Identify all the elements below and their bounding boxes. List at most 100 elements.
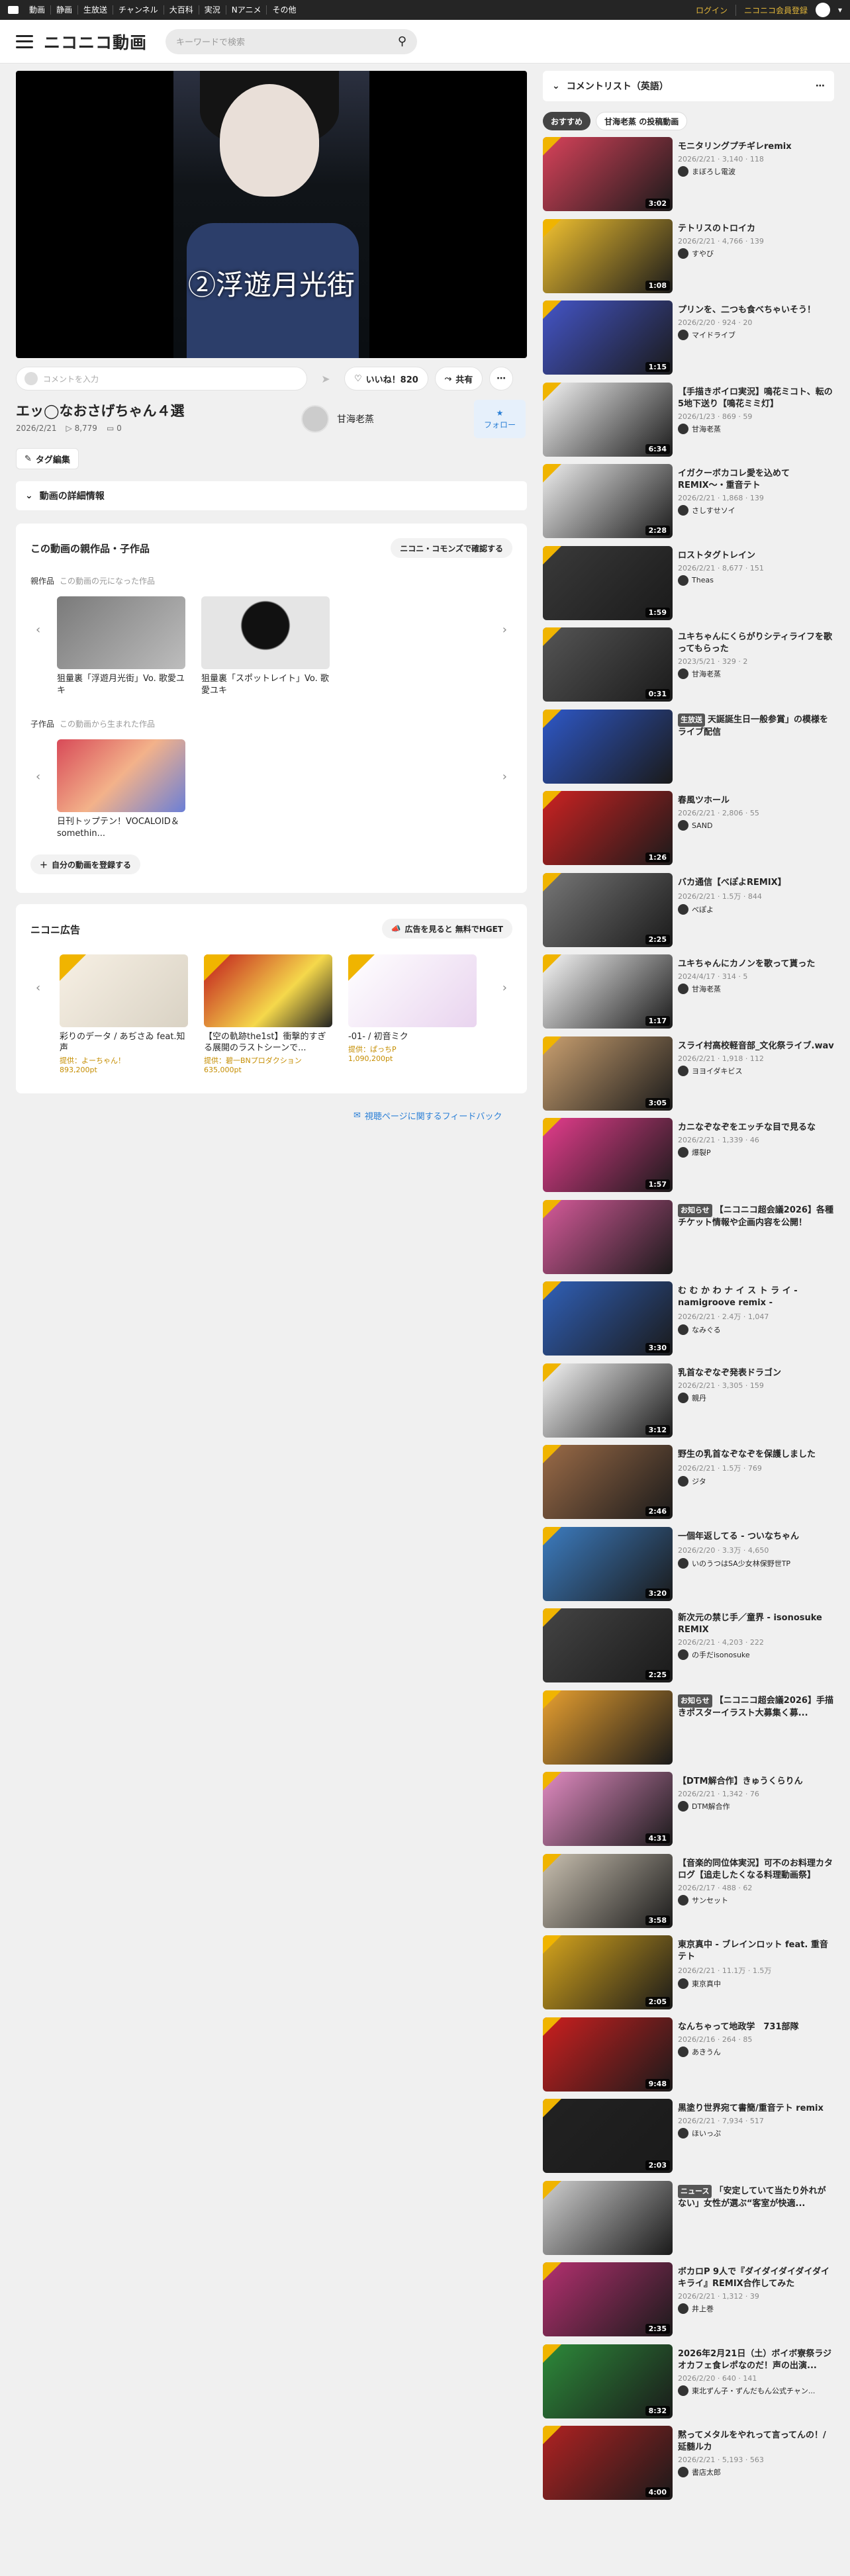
commons-button[interactable]: ニコニ・コモンズで確認する xyxy=(391,538,512,558)
playlist-item[interactable]: 3:58 【音楽的同位体実況】可不のお料理カタログ【追走したくなる料理動画祭】 20… xyxy=(543,1853,834,1935)
follow-button[interactable]: ★ フォロー xyxy=(474,400,526,438)
chevron-right-icon[interactable]: › xyxy=(502,623,507,637)
ad-item[interactable]: 彩りのデータ / あぢさゐ feat.知声 提供：よーちゃん！ 893,200p… xyxy=(60,954,188,1074)
video-thumbnail[interactable]: 4:31 xyxy=(543,1772,673,1846)
video-owner[interactable]: まぼろし電波 xyxy=(678,166,834,177)
playlist-item[interactable]: 2:05 東京真中 - ブレインロット feat. 重音テト 2026/2/21 ·… xyxy=(543,1934,834,2016)
search-icon[interactable]: ⚲ xyxy=(398,34,406,48)
video-title[interactable]: ユキちゃんにカノンを歌って貰った xyxy=(678,958,834,970)
video-thumbnail[interactable]: 2:05 xyxy=(543,1935,673,2009)
video-title[interactable]: 東京真中 - ブレインロット feat. 重音テト xyxy=(678,1939,834,1963)
video-title[interactable]: スライ村高校軽音部_文化祭ライブ.wav xyxy=(678,1040,834,1052)
site-logo[interactable]: ニコニコ動画 xyxy=(44,30,147,54)
nav-link[interactable]: Nアニメ xyxy=(225,5,267,15)
playlist-item[interactable]: 0:31 ユキちゃんにくらがりシティライフを歌ってもらった 2023/5/21 · … xyxy=(543,626,834,708)
video-thumbnail[interactable]: 9:48 xyxy=(543,2017,673,2092)
playlist-item[interactable]: 3:02 モニタリングプチギレremix 2026/2/21 · 3,140 · 1… xyxy=(543,136,834,218)
video-owner[interactable]: 東京真中 xyxy=(678,1978,834,1989)
video-owner[interactable]: の手だisonosuke xyxy=(678,1649,834,1660)
playlist-item[interactable]: 生放送 天誕誕生日一般参賞」の模様をライブ配信 xyxy=(543,708,834,790)
video-thumbnail[interactable]: 2:35 xyxy=(543,2262,673,2336)
send-icon[interactable]: ➤ xyxy=(314,367,338,391)
playlist-item[interactable]: 1:26 春風ツホール 2026/2/21 · 2,806 · 55 SAND xyxy=(543,790,834,872)
tag-edit-button[interactable]: ✎ タグ編集 xyxy=(16,448,79,469)
ad-title[interactable]: 【空の軌跡the1st】衝撃的すぎる展開のラストシーンで... xyxy=(204,1031,332,1054)
share-button[interactable]: ⤳ 共有 xyxy=(434,367,483,391)
playlist-item[interactable]: 1:15 プリンを、二つも食べちゃいそう！ 2026/2/20 · 924 · 20… xyxy=(543,299,834,381)
video-thumbnail[interactable]: 0:31 xyxy=(543,627,673,702)
playlist-item[interactable]: 2:25 バカ通信【べぽよREMIX】 2026/2/21 · 1.5万 · 844… xyxy=(543,872,834,954)
nav-link[interactable]: 静画 xyxy=(50,5,77,15)
video-thumbnail[interactable]: 1:08 xyxy=(543,218,673,293)
video-title[interactable]: む む か わ ナ イ ス ト ラ イ - namigroove remix - xyxy=(678,1285,834,1309)
video-title[interactable]: プリンを、二つも食べちゃいそう！ xyxy=(678,304,834,316)
video-player[interactable]: ②浮遊月光街 xyxy=(16,71,527,358)
register-work-button[interactable]: ＋ 自分の動画を登録する xyxy=(30,854,141,874)
work-thumbnail[interactable] xyxy=(57,739,185,812)
video-owner[interactable]: 東北ずん子・ずんだもん公式チャン... xyxy=(678,2385,834,2396)
video-title[interactable]: 黙ってメタルをやれって言ってんの！/ 延髄ルカ xyxy=(678,2430,834,2454)
more-icon[interactable]: ⋯ xyxy=(489,367,514,391)
video-title[interactable]: ニュース 「安定していて当たり外れがない」女性が選ぶ“客室が快適... xyxy=(678,2184,834,2209)
playlist-item[interactable]: 1:17 ユキちゃんにカノンを歌って貰った 2024/4/17 · 314 · 5 甘… xyxy=(543,953,834,1035)
playlist-item[interactable]: お知らせ 【ニコニコ超会議2026】手描きポスターイラスト大募集く募... xyxy=(543,1689,834,1771)
video-thumbnail[interactable]: 2:46 xyxy=(543,1445,673,1519)
video-owner[interactable]: マイドライブ xyxy=(678,330,834,340)
details-toggle[interactable]: ⌄ 動画の詳細情報 xyxy=(16,481,527,510)
tab-recommended[interactable]: おすすめ xyxy=(543,112,591,130)
user-avatar[interactable] xyxy=(815,3,830,17)
video-thumbnail[interactable]: 2:03 xyxy=(543,2099,673,2173)
parent-work-item[interactable]: 狙量裏「スポットレイト」Vo. 歌愛ユキ xyxy=(201,596,330,697)
video-owner[interactable]: ヨヨイダキビス xyxy=(678,1065,834,1076)
playlist-item[interactable]: 1:57 カニなぞなぞをエッチな目で見るな 2026/2/21 · 1,339 · … xyxy=(543,1117,834,1199)
chevron-left-icon[interactable]: ‹ xyxy=(36,981,40,995)
video-owner[interactable]: べぽよ xyxy=(678,903,834,915)
playlist-item[interactable]: 1:08 テトリスのトロイカ 2026/2/21 · 4,766 · 139 すやび xyxy=(543,218,834,300)
ad-cta-button[interactable]: 📣 広告を見ると 無料でHGET xyxy=(381,919,512,939)
video-owner[interactable]: 甘海老蒸 xyxy=(678,423,834,434)
video-title[interactable]: 【DTM解合作】きゅうくらりん xyxy=(678,1776,834,1788)
video-title[interactable]: 一個年返してる - ついなちゃん xyxy=(678,1531,834,1543)
ad-thumbnail[interactable] xyxy=(348,954,477,1027)
playlist-item[interactable]: お知らせ 【ニコニコ超会議2026】各種チケット情報や企画内容を公開！ xyxy=(543,1199,834,1281)
video-thumbnail[interactable]: 1:57 xyxy=(543,1118,673,1192)
ad-item[interactable]: -01- / 初音ミク 提供：ぱっちP 1,090,200pt xyxy=(348,954,477,1074)
video-thumbnail[interactable]: 3:20 xyxy=(543,1526,673,1601)
nav-link[interactable]: チャンネル xyxy=(113,5,164,15)
playlist-item[interactable]: 2:35 ボカロP 9人で『ダイダイダイダイダイキライ』REMIX合作してみた 20… xyxy=(543,2261,834,2343)
video-owner[interactable]: Theas xyxy=(678,575,834,586)
work-title[interactable]: 狙量裏「スポットレイト」Vo. 歌愛ユキ xyxy=(201,673,330,697)
video-title[interactable]: イガクーボカコレ愛を込めてREMIX〜・重音テト xyxy=(678,468,834,492)
chevron-right-icon[interactable]: › xyxy=(502,770,507,784)
playlist-item[interactable]: 2:25 新次元の禁じ手／童界 - isonosuke REMIX 2026/2/2… xyxy=(543,1607,834,1689)
video-owner[interactable]: SAND xyxy=(678,820,834,831)
video-thumbnail[interactable]: 4:00 xyxy=(543,2426,673,2500)
playlist-item[interactable]: 2:46 野生の乳首なぞなぞを保護しました 2026/2/21 · 1.5万 · 7… xyxy=(543,1444,834,1526)
owner-info[interactable]: 甘海老蒸 xyxy=(301,405,374,433)
nav-link[interactable]: その他 xyxy=(266,5,301,15)
work-title[interactable]: 狙量裏「浮遊月光街」Vo. 歌愛ユキ xyxy=(57,673,185,697)
owner-avatar[interactable] xyxy=(301,405,329,433)
playlist-item[interactable]: 3:30 む む か わ ナ イ ス ト ラ イ - namigroove rem… xyxy=(543,1280,834,1362)
playlist-item[interactable]: 8:32 2026年2月21日（土）ボイボ寮祭ラジオカフェ食レポなのだ！声の出演.… xyxy=(543,2343,834,2425)
video-thumbnail[interactable]: 1:26 xyxy=(543,791,673,865)
video-thumbnail[interactable]: 2:25 xyxy=(543,872,673,947)
search-input[interactable]: キーワードで検索 ⚲ xyxy=(165,28,418,54)
video-owner[interactable]: あきうん xyxy=(678,2046,834,2057)
video-thumbnail[interactable]: 2:25 xyxy=(543,1608,673,1682)
video-owner[interactable]: サンセット xyxy=(678,1894,834,1906)
video-title[interactable]: 【手描きボイロ実況】鳴花ミコト、転の5地下送り【鳴花ミミ灯】 xyxy=(678,387,834,410)
video-title[interactable]: 生放送 天誕誕生日一般参賞」の模様をライブ配信 xyxy=(678,713,834,737)
video-owner[interactable]: 甘海老蒸 xyxy=(678,668,834,679)
login-link[interactable]: ログイン xyxy=(696,5,728,16)
ad-title[interactable]: -01- / 初音ミク xyxy=(348,1031,477,1042)
video-owner[interactable]: すやび xyxy=(678,248,834,259)
chevron-left-icon[interactable]: ‹ xyxy=(36,623,40,637)
playlist-item[interactable]: 3:20 一個年返してる - ついなちゃん 2026/2/20 · 3.3万 · 4… xyxy=(543,1526,834,1608)
video-title[interactable]: 黒塗り世界宛て書簡/重音テト remix xyxy=(678,2103,834,2115)
video-thumbnail[interactable]: 3:30 xyxy=(543,1281,673,1356)
video-title[interactable]: ユキちゃんにくらがりシティライフを歌ってもらった xyxy=(678,631,834,655)
video-title[interactable]: お知らせ 【ニコニコ超会議2026】手描きポスターイラスト大募集く募... xyxy=(678,1694,834,1718)
menu-icon[interactable] xyxy=(16,34,33,48)
video-thumbnail[interactable]: 1:59 xyxy=(543,545,673,620)
